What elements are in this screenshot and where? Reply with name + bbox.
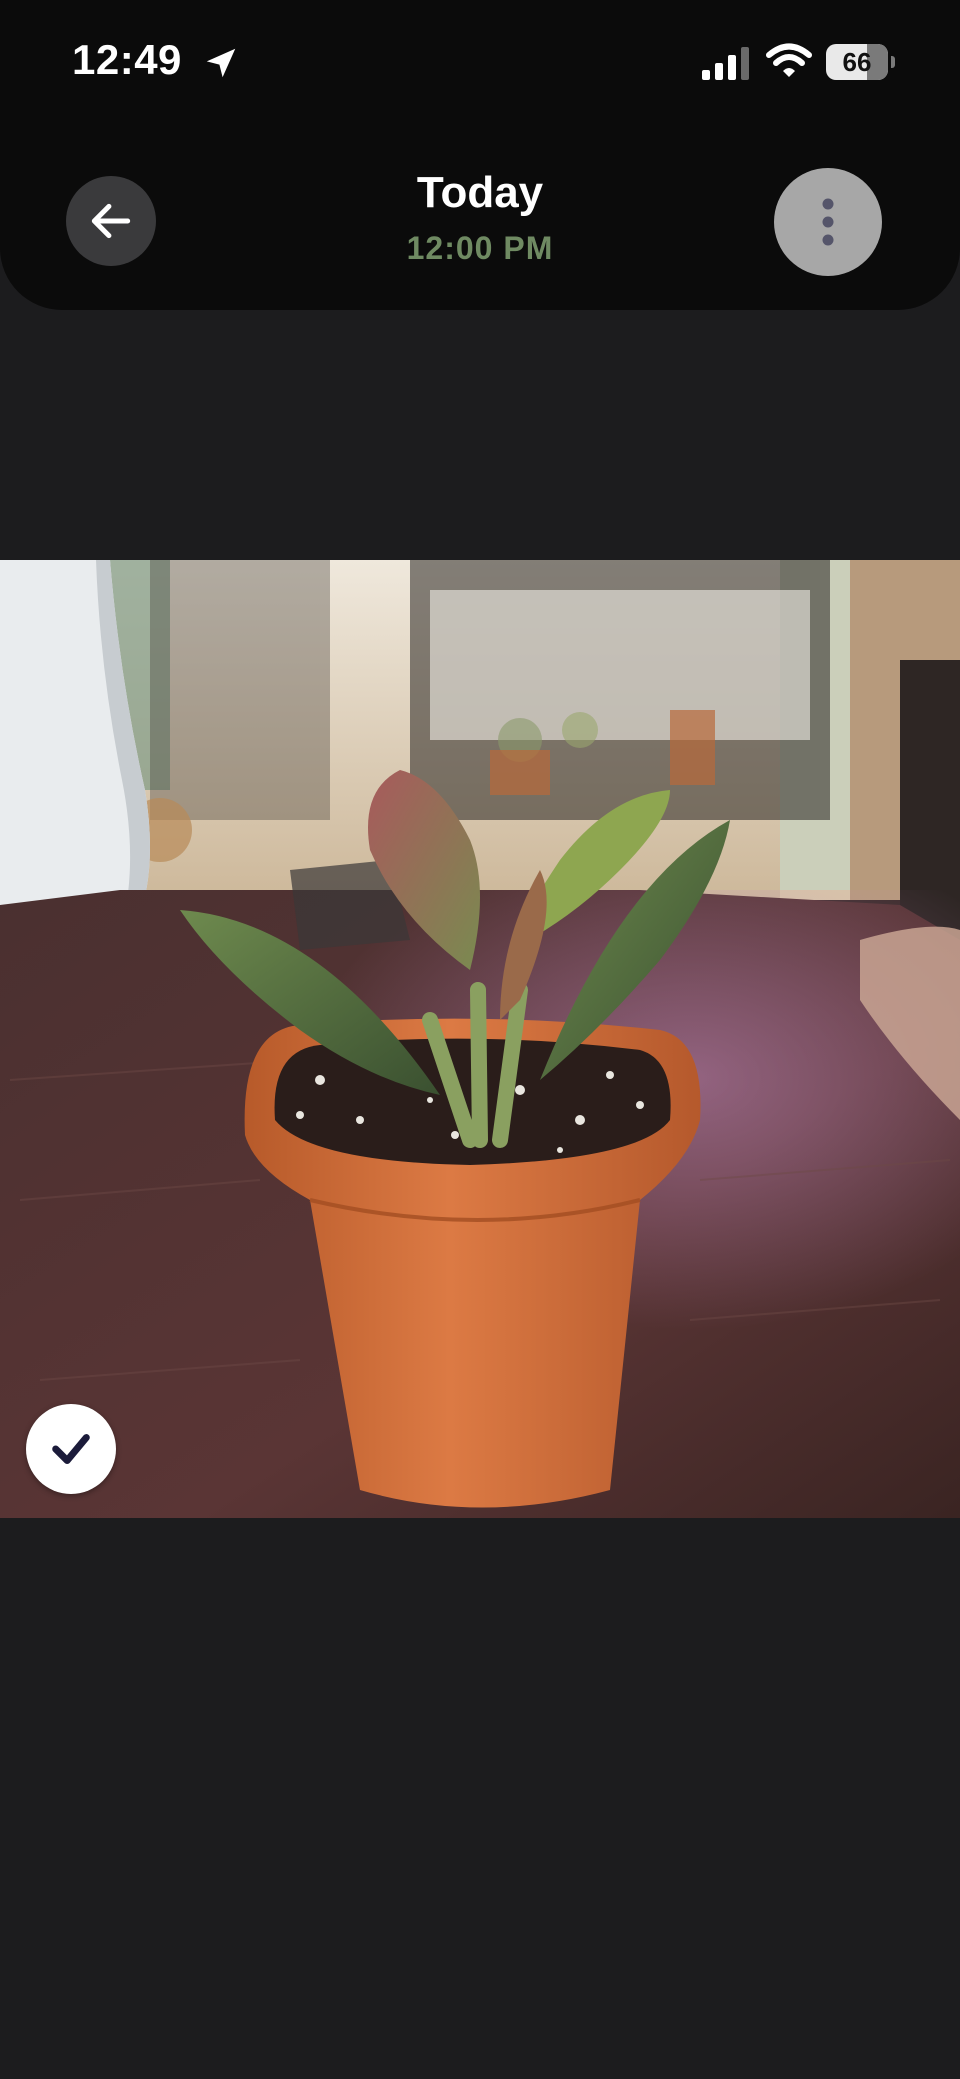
vertical-ellipsis-icon (822, 198, 834, 246)
more-options-button[interactable] (774, 168, 882, 276)
battery-tip (891, 56, 895, 68)
checkmark-icon (52, 1434, 90, 1464)
status-bar: 12:49 66 (0, 0, 960, 128)
cellular-signal-icon (702, 47, 749, 80)
battery-icon: 66 (826, 44, 896, 82)
wifi-icon (766, 43, 812, 77)
location-arrow-icon (206, 48, 236, 78)
selected-check-badge[interactable] (26, 1404, 116, 1494)
status-time: 12:49 (72, 36, 182, 83)
plant-photo[interactable] (0, 560, 960, 1518)
header-panel: 12:49 66 Today 12:00 PM (0, 0, 960, 310)
photo-detail-screen: 12:49 66 Today 12:00 PM (0, 0, 960, 2079)
battery-body: 66 (826, 44, 888, 80)
battery-level: 66 (842, 47, 872, 77)
